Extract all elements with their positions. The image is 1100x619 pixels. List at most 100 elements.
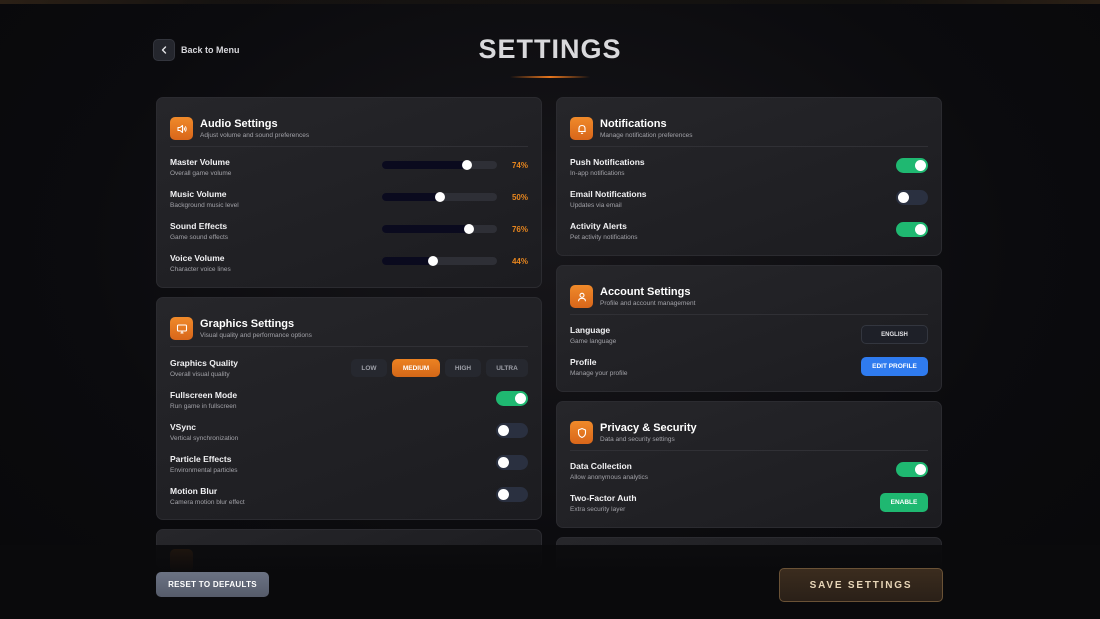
save-settings-button[interactable]: SAVE SETTINGS — [779, 568, 943, 602]
edit-profile-button[interactable]: EDIT PROFILE — [861, 357, 928, 376]
fullscreen-mode-sub: Run game in fullscreen — [170, 403, 237, 410]
particle-effects-sub: Environmental particles — [170, 467, 238, 474]
sound-effects-value: 76% — [511, 225, 528, 234]
email-notifications-row: Email Notifications Updates via email — [570, 189, 928, 215]
email-notifications-label: Email Notifications — [570, 189, 647, 199]
two-factor-label: Two-Factor Auth — [570, 493, 637, 503]
data-collection-sub: Allow anonymous analytics — [570, 474, 649, 481]
audio-settings-card: Audio Settings Adjust volume and sound p… — [156, 97, 542, 288]
music-volume-value: 50% — [511, 193, 528, 202]
bell-icon — [570, 117, 593, 140]
quality-option-ultra[interactable]: ULTRA — [486, 359, 528, 377]
push-notifications-label: Push Notifications — [570, 157, 645, 167]
two-factor-sub: Extra security layer — [570, 506, 626, 513]
toggle-knob — [498, 489, 509, 500]
privacy-security-title: Privacy & Security — [600, 422, 697, 434]
sound-effects-label: Sound Effects — [170, 221, 228, 231]
reset-to-defaults-button[interactable]: RESET TO DEFAULTS — [156, 572, 269, 597]
toggle-knob — [498, 457, 509, 468]
vsync-label: VSync — [170, 422, 196, 432]
master-volume-value: 74% — [511, 161, 528, 170]
toggle-knob — [898, 192, 909, 203]
graphics-quality-sub: Overall visual quality — [170, 371, 230, 378]
notifications-header: Notifications Manage notification prefer… — [570, 117, 928, 147]
email-notifications-sub: Updates via email — [570, 202, 622, 209]
toggle-knob — [515, 393, 526, 404]
two-factor-row: Two-Factor Auth Extra security layer ENA… — [570, 493, 928, 519]
master-volume-sub: Overall game volume — [170, 170, 232, 177]
language-label: Language — [570, 325, 611, 335]
email-notifications-toggle[interactable] — [896, 190, 928, 205]
music-volume-slider-knob[interactable] — [434, 192, 445, 202]
quality-option-medium[interactable]: MEDIUM — [392, 359, 440, 377]
quality-option-high[interactable]: HIGH — [445, 359, 481, 377]
sound-effects-slider-knob[interactable] — [464, 224, 475, 234]
privacy-security-subtitle: Data and security settings — [600, 436, 675, 443]
user-icon — [570, 285, 593, 308]
profile-label: Profile — [570, 357, 597, 367]
sound-effects-sub: Game sound effects — [170, 234, 229, 241]
toggle-knob — [915, 464, 926, 475]
master-volume-slider[interactable] — [382, 160, 497, 170]
voice-volume-slider-knob[interactable] — [427, 256, 438, 266]
graphics-quality-label: Graphics Quality — [170, 358, 239, 368]
title-underline — [510, 76, 590, 78]
graphics-settings-subtitle: Visual quality and performance options — [200, 332, 312, 339]
vsync-toggle[interactable] — [496, 423, 528, 438]
audio-settings-header: Audio Settings Adjust volume and sound p… — [170, 117, 528, 147]
motion-blur-row: Motion Blur Camera motion blur effect — [170, 486, 528, 512]
voice-volume-row: Voice Volume Character voice lines 44% — [170, 253, 528, 279]
voice-volume-slider[interactable] — [382, 256, 497, 266]
push-notifications-toggle[interactable] — [896, 158, 928, 173]
notifications-card: Notifications Manage notification prefer… — [556, 97, 942, 256]
data-collection-label: Data Collection — [570, 461, 632, 471]
particle-effects-label: Particle Effects — [170, 454, 232, 464]
activity-alerts-row: Activity Alerts Pet activity notification… — [570, 221, 928, 247]
audio-settings-title: Audio Settings — [200, 118, 278, 130]
top-edge-sheen — [0, 0, 1100, 4]
music-volume-label: Music Volume — [170, 189, 227, 199]
account-settings-header: Account Settings Profile and account man… — [570, 285, 928, 315]
master-volume-slider-knob[interactable] — [462, 160, 473, 170]
language-select[interactable]: ENGLISH — [861, 325, 928, 344]
voice-volume-label: Voice Volume — [170, 253, 225, 263]
music-volume-slider-fill — [382, 193, 440, 201]
quality-option-low[interactable]: LOW — [351, 359, 387, 377]
data-collection-toggle[interactable] — [896, 462, 928, 477]
toggle-knob — [915, 160, 926, 171]
page-title: SETTINGS — [478, 34, 622, 64]
music-volume-slider[interactable] — [382, 192, 497, 202]
vsync-row: VSync Vertical synchronization — [170, 422, 528, 448]
notifications-subtitle: Manage notification preferences — [600, 132, 693, 139]
toggle-knob — [498, 425, 509, 436]
particle-effects-toggle[interactable] — [496, 455, 528, 470]
privacy-security-header: Privacy & Security Data and security set… — [570, 421, 928, 451]
graphics-settings-card: Graphics Settings Visual quality and per… — [156, 297, 542, 520]
vsync-sub: Vertical synchronization — [170, 435, 239, 442]
motion-blur-label: Motion Blur — [170, 486, 218, 496]
fullscreen-mode-toggle[interactable] — [496, 391, 528, 406]
motion-blur-toggle[interactable] — [496, 487, 528, 502]
sound-effects-slider[interactable] — [382, 224, 497, 234]
voice-volume-sub: Character voice lines — [170, 266, 231, 273]
speaker-icon — [170, 117, 193, 140]
graphics-settings-title: Graphics Settings — [200, 318, 295, 330]
monitor-icon — [170, 317, 193, 340]
account-settings-card: Account Settings Profile and account man… — [556, 265, 942, 392]
sound-effects-slider-fill — [382, 225, 470, 233]
master-volume-slider-fill — [382, 161, 468, 169]
toggle-knob — [915, 224, 926, 235]
activity-alerts-label: Activity Alerts — [570, 221, 627, 231]
voice-volume-slider-fill — [382, 257, 433, 265]
graphics-settings-header: Graphics Settings Visual quality and per… — [170, 317, 528, 347]
activity-alerts-sub: Pet activity notifications — [570, 234, 638, 241]
voice-volume-value: 44% — [511, 257, 528, 266]
profile-row: Profile Manage your profile EDIT PROFILE — [570, 357, 928, 383]
push-notifications-sub: In-app notifications — [570, 170, 625, 177]
account-settings-subtitle: Profile and account management — [600, 300, 696, 307]
activity-alerts-toggle[interactable] — [896, 222, 928, 237]
music-volume-row: Music Volume Background music level 50% — [170, 189, 528, 215]
shield-icon — [570, 421, 593, 444]
particle-effects-row: Particle Effects Environmental particles — [170, 454, 528, 480]
enable-two-factor-button[interactable]: ENABLE — [880, 493, 928, 512]
